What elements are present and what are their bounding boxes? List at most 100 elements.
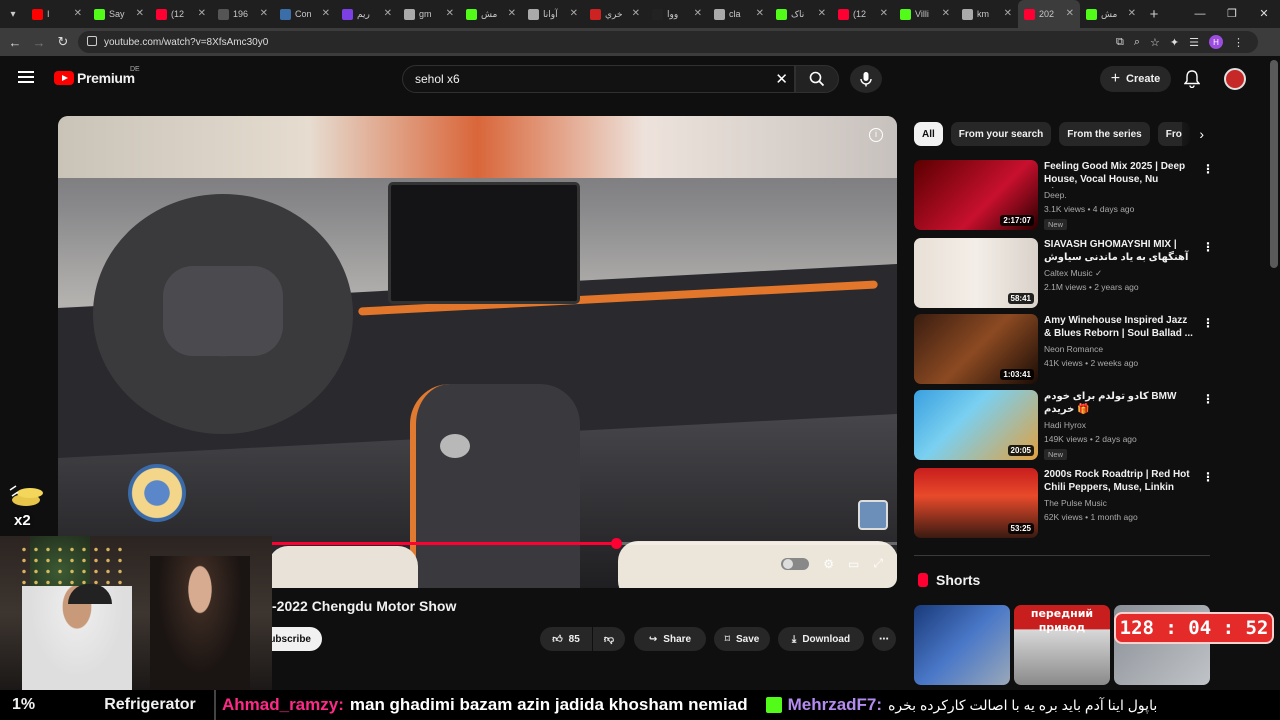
browser-tab[interactable]: مش ✕ — [460, 0, 522, 28]
browser-tab[interactable]: Con ✕ — [274, 0, 336, 28]
settings-gear-icon[interactable]: ⚙ — [823, 557, 834, 571]
site-info-icon[interactable] — [87, 36, 97, 46]
new-tab-button[interactable]: + — [1142, 6, 1166, 23]
recommended-video[interactable]: 2:17:07 Feeling Good Mix 2025 | Deep Hous… — [914, 160, 1214, 230]
tab-close-icon[interactable]: ✕ — [942, 8, 950, 19]
tab-close-icon[interactable]: ✕ — [260, 8, 268, 19]
scrubber-handle[interactable] — [610, 538, 622, 549]
browser-tab[interactable]: Villi ✕ — [894, 0, 956, 28]
browser-tab[interactable]: (12 ✕ — [150, 0, 212, 28]
search-button[interactable] — [795, 65, 839, 93]
forward-icon[interactable]: → — [27, 35, 51, 50]
recommended-video[interactable]: 53:25 2000s Rock Roadtrip | Red Hot Chili… — [914, 468, 1214, 538]
tab-close-icon[interactable]: ✕ — [818, 8, 826, 19]
tab-close-icon[interactable]: ✕ — [880, 8, 888, 19]
share-button[interactable]: ↪ Share — [634, 627, 706, 651]
minimize-button[interactable]: — — [1184, 0, 1216, 28]
channel-name[interactable]: Neon Romance — [1044, 344, 1103, 354]
video-title[interactable]: Amy Winehouse Inspired Jazz & Blues Rebo… — [1044, 314, 1194, 340]
filter-chip[interactable]: From your search — [950, 122, 1052, 146]
channel-branding-watermark[interactable] — [858, 500, 888, 530]
extensions-icon[interactable]: ✦ — [1170, 36, 1179, 49]
video-title[interactable]: SIAVASH GHOMAYSHI MIX | آهنگهای به یاد م… — [1044, 238, 1194, 266]
tab-search-button[interactable]: ▾ — [0, 0, 26, 28]
browser-tab[interactable]: (12 ✕ — [832, 0, 894, 28]
browser-tab[interactable]: ووا ✕ — [646, 0, 708, 28]
clear-search-icon[interactable]: ✕ — [775, 70, 788, 88]
recommended-video[interactable]: 20:05 کادو تولدم برای خودم BMW خریدم 🎁 Had… — [914, 390, 1214, 460]
account-avatar[interactable] — [1224, 68, 1246, 90]
sidebar-icon[interactable]: ☰ — [1189, 36, 1199, 49]
browser-tab[interactable]: cla ✕ — [708, 0, 770, 28]
autoplay-toggle[interactable] — [781, 557, 810, 570]
video-thumbnail[interactable]: 1:03:41 — [914, 314, 1038, 384]
tab-close-icon[interactable]: ✕ — [74, 8, 82, 19]
channel-name[interactable]: Caltex Music ✓ — [1044, 268, 1102, 279]
more-vertical-icon[interactable]: ⋮ — [1202, 316, 1214, 330]
bookmark-star-icon[interactable]: ☆ — [1150, 36, 1160, 49]
browser-tab[interactable]: Say ✕ — [88, 0, 150, 28]
tab-close-icon[interactable]: ✕ — [1004, 8, 1012, 19]
video-thumbnail[interactable]: 58:41 — [914, 238, 1038, 308]
notifications-bell-icon[interactable] — [1184, 70, 1200, 88]
install-app-icon[interactable]: ⧉ — [1116, 36, 1124, 49]
recommended-video[interactable]: 1:03:41 Amy Winehouse Inspired Jazz & Blu… — [914, 314, 1214, 384]
short-thumbnail[interactable] — [914, 605, 1010, 685]
voice-search-button[interactable] — [850, 65, 882, 93]
tab-close-icon[interactable]: ✕ — [756, 8, 764, 19]
fullscreen-icon[interactable]: ⤢ — [873, 556, 883, 571]
download-button[interactable]: ⤓ Download — [778, 627, 864, 651]
video-title[interactable]: کادو تولدم برای خودم BMW خریدم 🎁 — [1044, 390, 1194, 416]
page-scrollbar[interactable] — [1270, 60, 1278, 268]
more-actions-button[interactable]: ⋯ — [872, 627, 896, 651]
short-thumbnail[interactable]: передний привод — [1014, 605, 1110, 685]
browser-tab[interactable]: مش ✕ — [1080, 0, 1142, 28]
more-vertical-icon[interactable]: ⋮ — [1202, 162, 1214, 176]
browser-tab[interactable]: ناک ✕ — [770, 0, 832, 28]
browser-menu-icon[interactable]: ⋮ — [1233, 36, 1244, 49]
browser-tab[interactable]: آوانا ✕ — [522, 0, 584, 28]
profile-avatar[interactable]: H — [1209, 35, 1223, 49]
channel-name[interactable]: Deep. — [1044, 190, 1067, 200]
tab-close-icon[interactable]: ✕ — [1066, 8, 1074, 19]
search-input[interactable]: sehol x6 ✕ — [402, 65, 795, 93]
channel-name[interactable]: Hadi Hyrox — [1044, 420, 1086, 430]
tab-close-icon[interactable]: ✕ — [384, 8, 392, 19]
save-button[interactable]: ⌑ Save — [714, 627, 770, 651]
tab-close-icon[interactable]: ✕ — [694, 8, 702, 19]
tab-close-icon[interactable]: ✕ — [570, 8, 578, 19]
browser-tab[interactable]: I ✕ — [26, 0, 88, 28]
chips-next-arrow-icon[interactable]: › — [1182, 122, 1204, 146]
back-icon[interactable]: ← — [3, 35, 27, 50]
tab-close-icon[interactable]: ✕ — [136, 8, 144, 19]
youtube-premium-logo[interactable]: Premium DE — [54, 66, 140, 86]
close-window-button[interactable]: ✕ — [1248, 0, 1280, 28]
browser-tab[interactable]: ريم ✕ — [336, 0, 398, 28]
video-title[interactable]: 2000s Rock Roadtrip | Red Hot Chili Pepp… — [1044, 468, 1194, 496]
tab-close-icon[interactable]: ✕ — [508, 8, 516, 19]
more-vertical-icon[interactable]: ⋮ — [1202, 240, 1214, 254]
url-field[interactable]: youtube.com/watch?v=8XfsAmc30y0 ⧉ ⌕ ☆ ✦ … — [78, 31, 1258, 53]
theater-mode-icon[interactable]: ▭ — [848, 557, 859, 571]
recommended-video[interactable]: 58:41 SIAVASH GHOMAYSHI MIX | آهنگهای به … — [914, 238, 1214, 308]
channel-name[interactable]: The Pulse Music — [1044, 498, 1107, 508]
browser-tab[interactable]: خري ✕ — [584, 0, 646, 28]
tab-close-icon[interactable]: ✕ — [632, 8, 640, 19]
zoom-icon[interactable]: ⌕ — [1134, 36, 1140, 49]
guide-menu-icon[interactable] — [18, 71, 34, 83]
browser-tab[interactable]: 202 ✕ — [1018, 0, 1080, 28]
like-button[interactable]: 👍︎ 85 — [540, 627, 592, 651]
filter-chip[interactable]: All — [914, 122, 943, 146]
info-icon[interactable]: i — [869, 128, 883, 142]
browser-tab[interactable]: gm ✕ — [398, 0, 460, 28]
video-thumbnail[interactable]: 53:25 — [914, 468, 1038, 538]
filter-chip[interactable]: From the series — [1059, 122, 1150, 146]
more-vertical-icon[interactable]: ⋮ — [1202, 392, 1214, 406]
browser-tab[interactable]: km ✕ — [956, 0, 1018, 28]
video-player[interactable]: i ⚙ ▭ ⤢ — [58, 116, 897, 588]
create-button[interactable]: + Create — [1100, 66, 1171, 92]
tab-close-icon[interactable]: ✕ — [198, 8, 206, 19]
more-vertical-icon[interactable]: ⋮ — [1202, 470, 1214, 484]
maximize-button[interactable]: ❐ — [1216, 0, 1248, 28]
video-thumbnail[interactable]: 2:17:07 — [914, 160, 1038, 230]
